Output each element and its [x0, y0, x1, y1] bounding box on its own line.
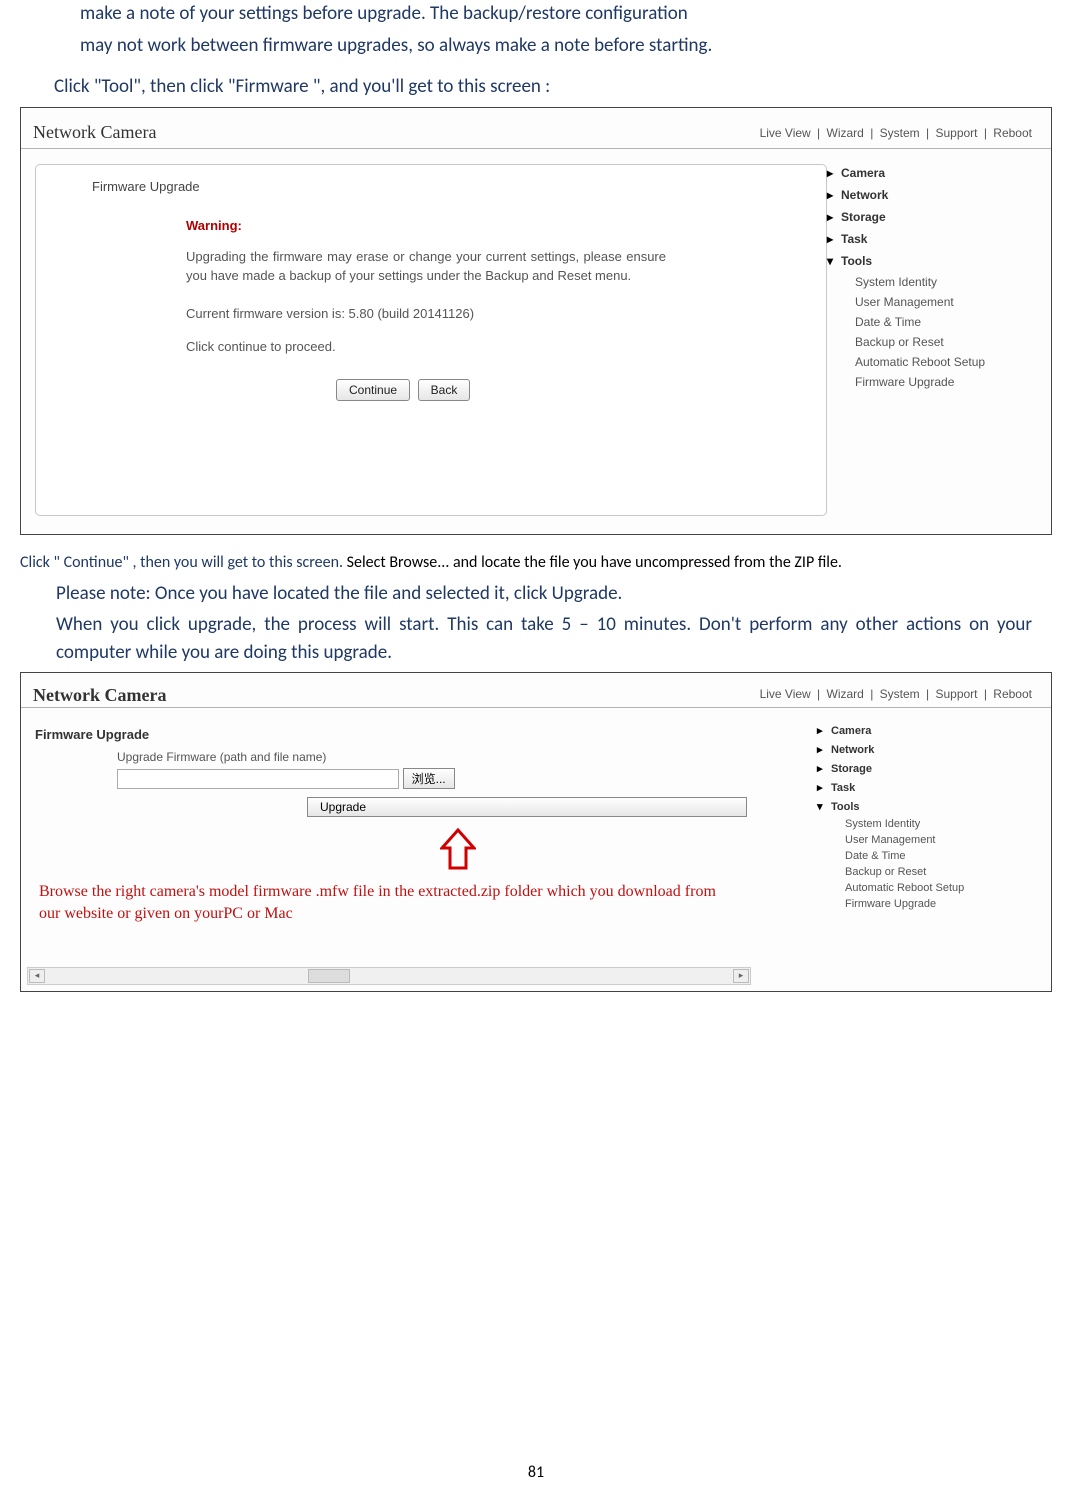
- bullet-line: Click "Tool", then click "Firmware ", an…: [54, 73, 1052, 101]
- sidebar-item-camera[interactable]: ▸Camera: [821, 162, 1041, 184]
- horizontal-scrollbar[interactable]: ◂ ▸: [27, 967, 751, 985]
- upgrade-button[interactable]: Upgrade: [307, 797, 747, 817]
- nav-support[interactable]: Support: [932, 126, 980, 140]
- screenshot-2: Network Camera Live View | Wizard | Syst…: [20, 672, 1052, 992]
- sidebar-item-task[interactable]: ▸Task: [811, 778, 1041, 797]
- warning-body1: Upgrading the firmware may erase or chan…: [186, 247, 666, 286]
- nav-system[interactable]: System: [877, 687, 923, 701]
- chevron-right-icon: ▸: [827, 232, 841, 246]
- sidebar-item-camera[interactable]: ▸Camera: [811, 721, 1041, 740]
- note-upgrade-time: When you click upgrade, the process will…: [56, 611, 1032, 666]
- page-number: 81: [0, 1463, 1072, 1482]
- chevron-right-icon: ▸: [817, 781, 831, 794]
- nav-support[interactable]: Support: [932, 687, 980, 701]
- back-button[interactable]: Back: [418, 379, 471, 401]
- app-title: Network Camera: [33, 685, 166, 706]
- divider: [21, 707, 1051, 708]
- nav-reboot[interactable]: Reboot: [990, 126, 1035, 140]
- continue-button[interactable]: Continue: [336, 379, 410, 401]
- sidebar-sub-system-identity[interactable]: System Identity: [811, 816, 1041, 832]
- sidebar-item-storage[interactable]: ▸Storage: [821, 206, 1041, 228]
- red-annotation: Browse the right camera's model firmware…: [39, 881, 739, 924]
- sidebar-sub-firmware-upgrade[interactable]: Firmware Upgrade: [811, 896, 1041, 912]
- sidebar-sub-backup-reset[interactable]: Backup or Reset: [811, 864, 1041, 880]
- scroll-left-icon[interactable]: ◂: [29, 969, 45, 983]
- sidebar-item-network[interactable]: ▸Network: [811, 740, 1041, 759]
- scroll-right-icon[interactable]: ▸: [733, 969, 749, 983]
- firmware-version: Current firmware version is: 5.80 (build…: [186, 304, 666, 324]
- panel-heading: Firmware Upgrade: [35, 727, 747, 742]
- sidebar-item-tools[interactable]: ▾Tools: [821, 250, 1041, 272]
- chevron-down-icon: ▾: [817, 800, 831, 813]
- screenshot-1: Network Camera Live View | Wizard | Syst…: [20, 107, 1052, 535]
- main-panel: Firmware Upgrade Upgrade Firmware (path …: [27, 723, 747, 973]
- chevron-right-icon: ▸: [817, 743, 831, 756]
- sidebar-item-tools[interactable]: ▾Tools: [811, 797, 1041, 816]
- sidebar-sub-firmware-upgrade[interactable]: Firmware Upgrade: [821, 372, 1041, 392]
- sidebar-sub-backup-reset[interactable]: Backup or Reset: [821, 332, 1041, 352]
- chevron-right-icon: ▸: [827, 166, 841, 180]
- warning-label: Warning:: [186, 218, 826, 233]
- note-locate: Please note: Once you have located the f…: [56, 580, 1052, 608]
- nav-reboot[interactable]: Reboot: [990, 687, 1035, 701]
- sidebar-sub-auto-reboot[interactable]: Automatic Reboot Setup: [811, 880, 1041, 896]
- app-title: Network Camera: [33, 122, 156, 143]
- sidebar: ▸Camera ▸Network ▸Storage ▸Task ▾Tools S…: [811, 721, 1041, 912]
- top-nav: Live View | Wizard | System | Support | …: [757, 687, 1035, 701]
- intro-line2: may not work between firmware upgrades, …: [80, 32, 1052, 60]
- proceed-text: Click continue to proceed.: [186, 337, 666, 357]
- sidebar-sub-user-management[interactable]: User Management: [811, 832, 1041, 848]
- chevron-right-icon: ▸: [817, 762, 831, 775]
- sidebar-sub-auto-reboot[interactable]: Automatic Reboot Setup: [821, 352, 1041, 372]
- file-path-input[interactable]: [117, 769, 399, 789]
- nav-wizard[interactable]: Wizard: [824, 687, 867, 701]
- chevron-down-icon: ▾: [827, 254, 841, 268]
- arrow-up-icon: [440, 828, 476, 872]
- panel-heading: Firmware Upgrade: [92, 179, 826, 194]
- sidebar-sub-user-management[interactable]: User Management: [821, 292, 1041, 312]
- sidebar-sub-date-time[interactable]: Date & Time: [821, 312, 1041, 332]
- scroll-thumb[interactable]: [308, 969, 350, 983]
- sidebar-sub-date-time[interactable]: Date & Time: [811, 848, 1041, 864]
- divider: [21, 148, 1051, 149]
- intro-line1: make a note of your settings before upgr…: [80, 0, 1052, 28]
- top-nav: Live View | Wizard | System | Support | …: [757, 126, 1035, 140]
- sidebar-item-storage[interactable]: ▸Storage: [811, 759, 1041, 778]
- nav-wizard[interactable]: Wizard: [824, 126, 867, 140]
- nav-live-view[interactable]: Live View: [757, 126, 814, 140]
- caption-continue: Click " Continue" , then you will get to…: [20, 553, 1052, 572]
- sidebar-sub-system-identity[interactable]: System Identity: [821, 272, 1041, 292]
- nav-system[interactable]: System: [877, 126, 923, 140]
- sidebar-item-network[interactable]: ▸Network: [821, 184, 1041, 206]
- path-label: Upgrade Firmware (path and file name): [117, 750, 747, 764]
- nav-live-view[interactable]: Live View: [757, 687, 814, 701]
- chevron-right-icon: ▸: [817, 724, 831, 737]
- chevron-right-icon: ▸: [827, 188, 841, 202]
- browse-button[interactable]: 浏览...: [403, 768, 455, 789]
- main-panel: Firmware Upgrade Warning: Upgrading the …: [35, 164, 827, 516]
- chevron-right-icon: ▸: [827, 210, 841, 224]
- sidebar: ▸Camera ▸Network ▸Storage ▸Task ▾Tools S…: [821, 162, 1041, 392]
- sidebar-item-task[interactable]: ▸Task: [821, 228, 1041, 250]
